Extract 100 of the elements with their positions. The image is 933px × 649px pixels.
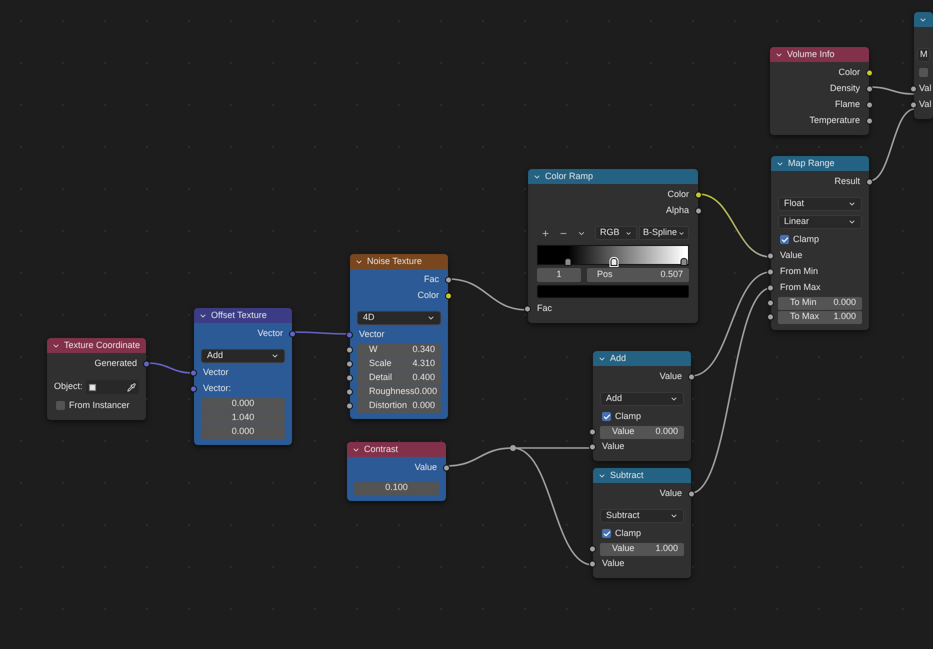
chevron-down-icon (678, 230, 685, 236)
socket-label: Flame (834, 98, 860, 112)
node-header[interactable]: Map Range (771, 156, 869, 171)
field-label: Scale (368, 357, 392, 370)
collapse-icon[interactable] (533, 172, 541, 180)
color-stop[interactable] (610, 258, 618, 266)
socket-label: Temperature (809, 114, 860, 128)
number-field[interactable]: W 0.340 (357, 344, 441, 356)
collapse-icon[interactable] (199, 312, 207, 320)
chevron-down-icon (670, 395, 678, 403)
color-mode-dropdown[interactable]: RGB (595, 226, 637, 240)
checkbox[interactable] (602, 529, 611, 538)
collapse-icon[interactable] (52, 342, 60, 350)
dropdown[interactable]: Add (600, 392, 684, 406)
field-value: 0.000 (232, 425, 254, 438)
socket-label: Value (660, 487, 682, 500)
field-value: 1.000 (655, 542, 678, 556)
node-header[interactable]: Texture Coordinate (47, 338, 146, 353)
color-swatch[interactable] (537, 285, 689, 298)
number-field[interactable]: To Max 1.000 (778, 310, 862, 324)
number-field[interactable]: Distortion 0.000 (357, 400, 441, 412)
field-value: 0.000 (833, 296, 856, 310)
checkbox-label: Clamp (615, 526, 642, 540)
node-header[interactable] (914, 12, 933, 27)
socket-label: From Max (780, 281, 820, 294)
field-value: 0.000 (655, 425, 678, 438)
check-icon (602, 530, 610, 538)
checkbox[interactable] (56, 401, 65, 410)
checkbox[interactable] (919, 68, 928, 77)
node-title: Noise Texture (367, 254, 422, 268)
eyedropper-icon (127, 382, 136, 392)
gradient-bar[interactable] (537, 245, 689, 265)
number-field[interactable]: Detail 0.400 (357, 372, 441, 384)
socket-label: From Min (780, 265, 818, 278)
dropdown[interactable]: Add (201, 349, 285, 363)
field-value: 1.040 (232, 411, 254, 424)
collapse-icon[interactable] (598, 354, 606, 362)
field-label: To Max (789, 310, 820, 324)
node-header[interactable]: Subtract (593, 468, 691, 483)
socket-label: Generated (94, 357, 137, 370)
number-field[interactable]: 0.000 (201, 426, 285, 438)
dropdown[interactable]: Subtract (600, 509, 684, 523)
collapse-icon[interactable] (919, 16, 927, 24)
socket-label: Vector: (203, 382, 232, 396)
chevron-down-icon (427, 314, 435, 322)
node-header[interactable]: Noise Texture (350, 254, 448, 269)
collapse-icon[interactable] (598, 472, 606, 480)
dropdown[interactable]: Float (778, 197, 862, 211)
checkbox[interactable] (602, 412, 611, 421)
collapse-icon[interactable] (776, 160, 784, 168)
position-field[interactable]: Pos 0.507 (587, 268, 689, 282)
collapse-icon[interactable] (355, 258, 363, 266)
node-header[interactable]: Volume Info (770, 47, 869, 62)
check-icon (602, 412, 610, 420)
number-field[interactable]: 0.000 (201, 398, 285, 410)
dropdown[interactable]: Linear (778, 215, 862, 229)
dropdown[interactable]: M (917, 48, 930, 62)
collapse-icon[interactable] (352, 446, 360, 454)
number-field[interactable]: 1.040 (201, 412, 285, 424)
stop-index-field[interactable]: 1 (537, 268, 581, 282)
socket-label: Fac (424, 273, 439, 286)
number-field[interactable]: Value 0.000 (600, 426, 684, 438)
collapse-icon[interactable] (775, 50, 783, 58)
node-title: Map Range (788, 156, 835, 170)
node-title: Texture Coordinate (64, 338, 140, 352)
node-title: Add (610, 352, 626, 365)
field-value: 1.000 (833, 310, 856, 324)
number-field[interactable]: Roughness0.000 (357, 386, 441, 398)
color-stop[interactable] (564, 258, 572, 266)
color-stop[interactable] (680, 258, 687, 266)
field-value: 0.340 (412, 343, 435, 356)
socket-label: Vector (203, 366, 229, 380)
chevron-down-icon (848, 200, 856, 208)
reroute-dot[interactable] (510, 445, 516, 451)
field-label: Object: (54, 380, 83, 394)
field-label: Value (611, 425, 634, 438)
node-header[interactable]: Offset Texture (194, 308, 292, 323)
node-header[interactable]: Add (593, 351, 691, 366)
node-header[interactable]: Color Ramp (528, 169, 698, 184)
socket-label: Val (919, 98, 932, 112)
checkbox-label: Clamp (793, 232, 820, 246)
interpolation-dropdown[interactable]: B-Spline (639, 226, 689, 240)
node-header[interactable]: Contrast (347, 442, 446, 457)
field-label: Pos (596, 268, 613, 282)
field-value: 0.100 (385, 481, 408, 494)
number-field[interactable]: Value 1.000 (600, 542, 684, 556)
checkbox[interactable] (780, 235, 789, 244)
dropdown[interactable]: 4D (357, 311, 441, 325)
number-field[interactable]: 0.100 (354, 482, 439, 494)
object-field[interactable] (86, 380, 139, 394)
socket-label: Value (660, 370, 682, 384)
field-value: 0.000 (414, 385, 438, 398)
socket-label: Value (602, 440, 624, 454)
node-title: Offset Texture (211, 308, 267, 322)
number-field[interactable]: Scale 4.310 (357, 358, 441, 370)
number-field[interactable]: To Min 0.000 (778, 296, 862, 310)
node-title: Color Ramp (545, 170, 594, 183)
field-value: 0.507 (660, 268, 683, 282)
chevron-down-icon (670, 512, 678, 520)
field-label: W (368, 343, 378, 356)
